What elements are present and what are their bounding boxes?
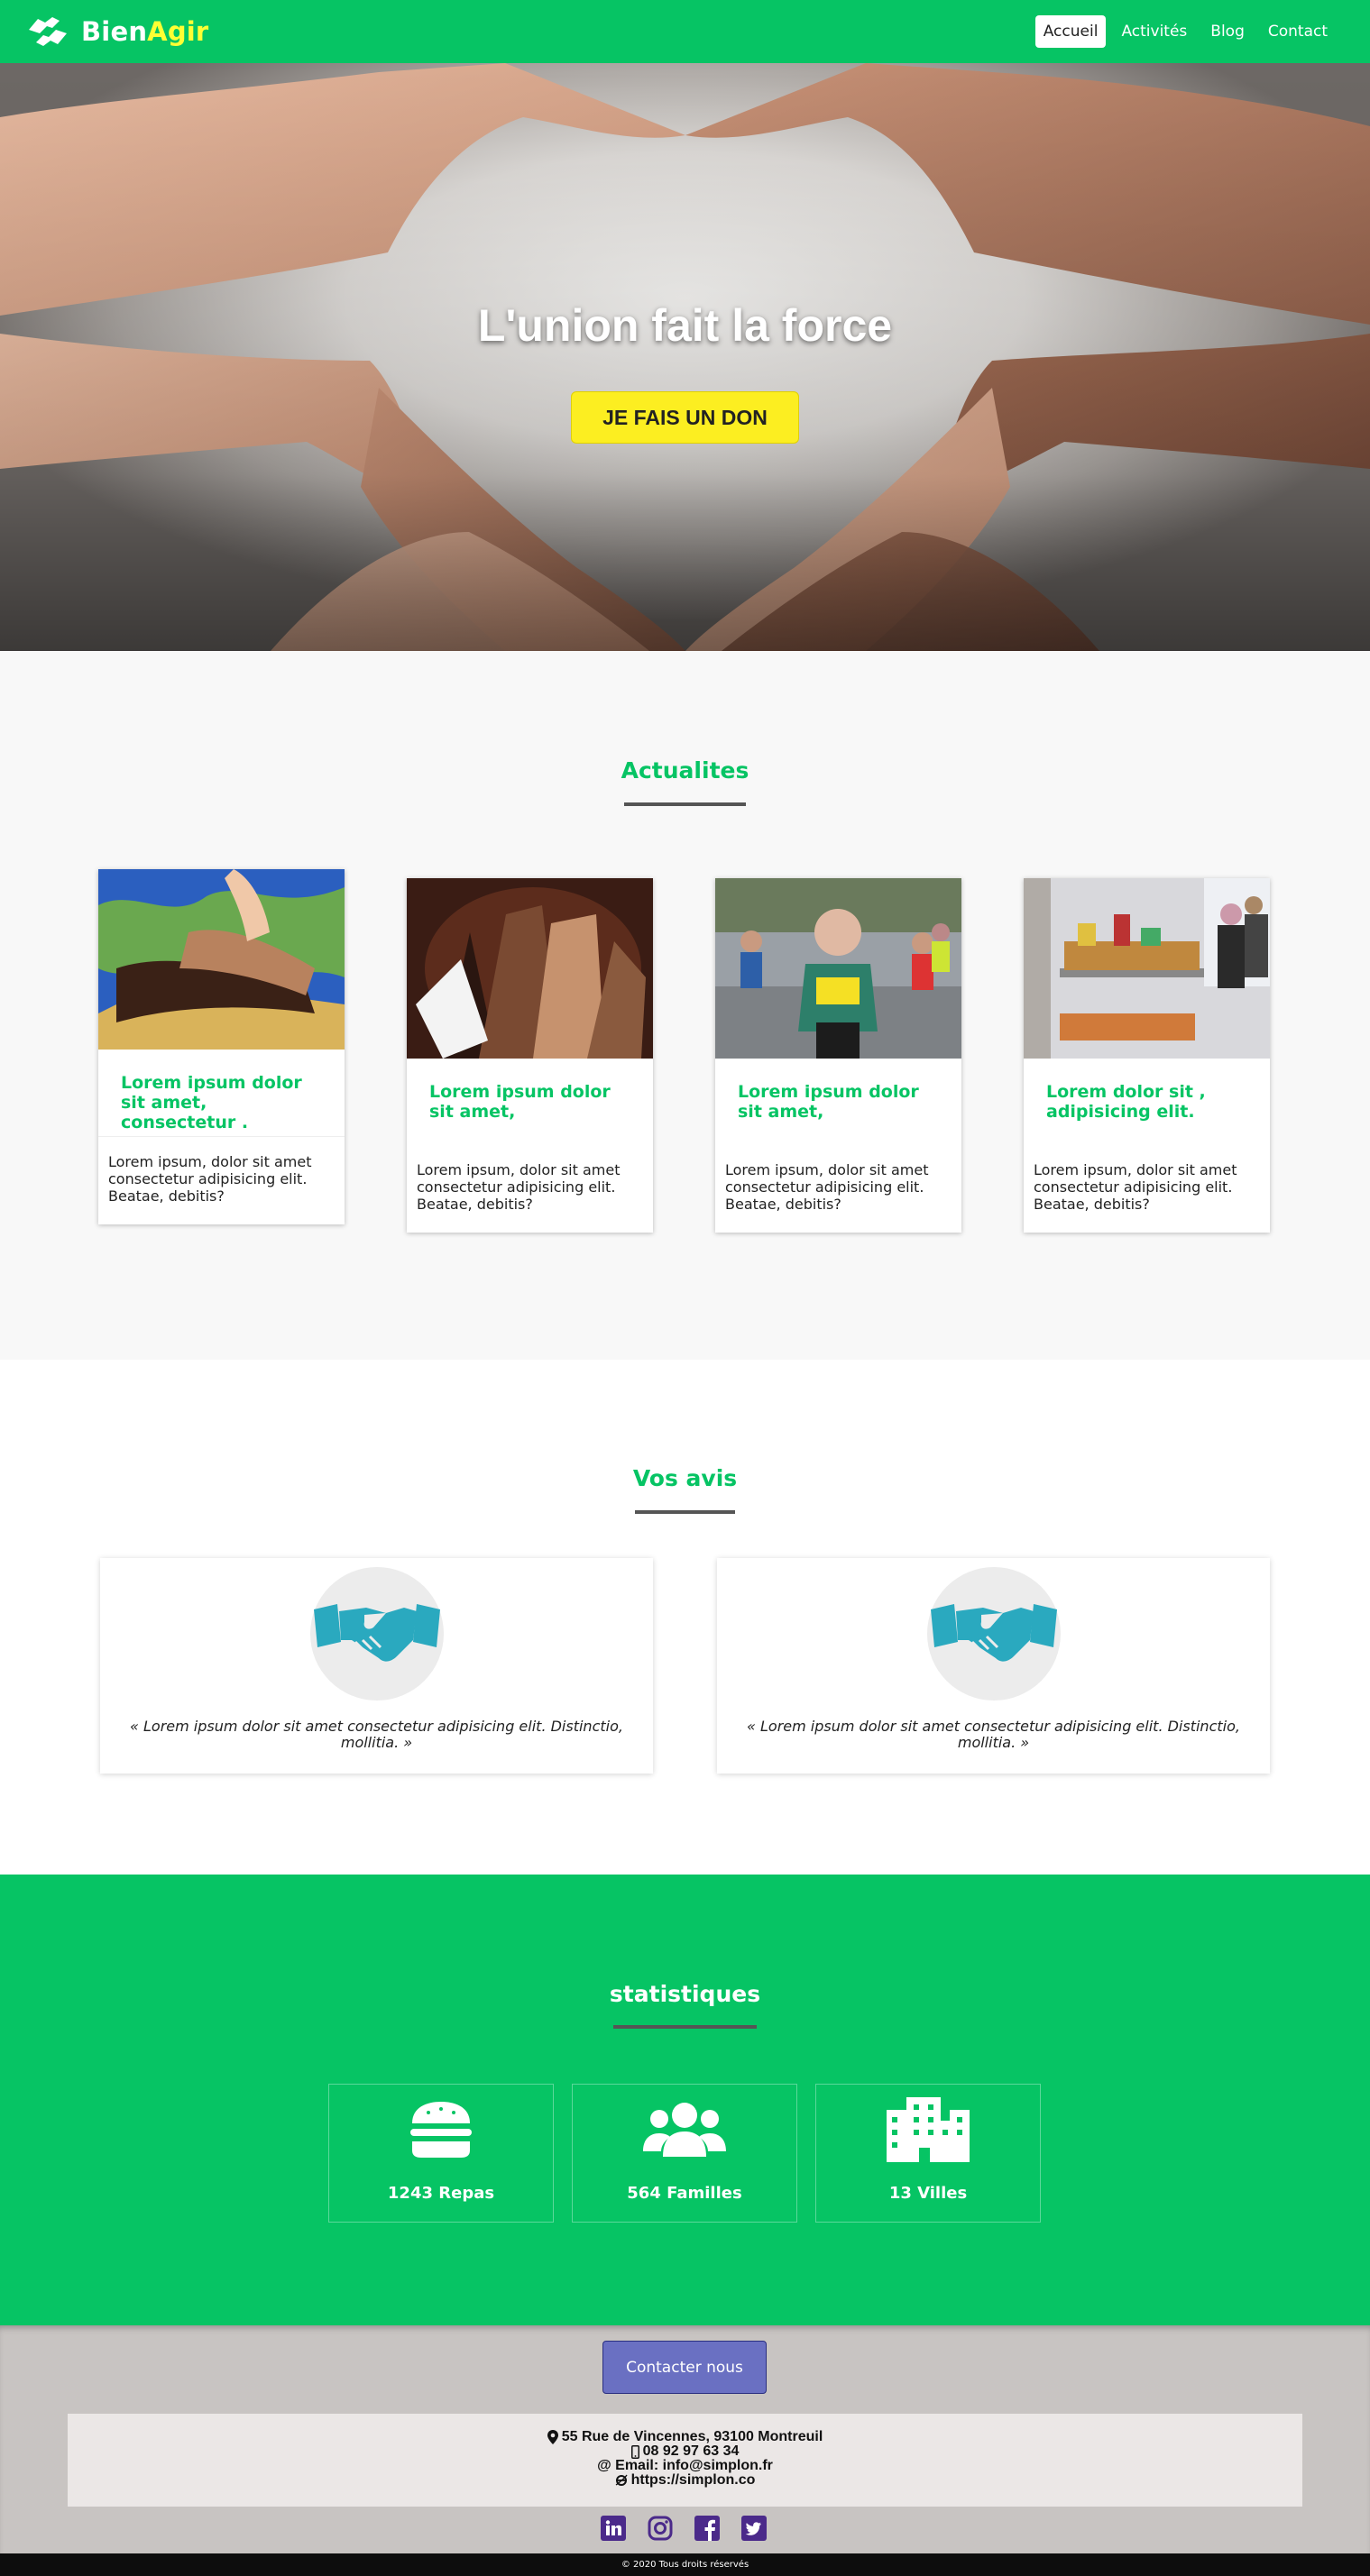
address-line: 55 Rue de Vincennes, 93100 Montreuil (68, 2430, 1302, 2444)
hero-title: L'union fait la force (477, 300, 893, 351)
brand-name-part1: Bien (81, 16, 148, 47)
nav-item-contact[interactable]: Contact (1260, 15, 1336, 48)
stats-title: statistiques (609, 1981, 761, 2007)
contact-info: 55 Rue de Vincennes, 93100 Montreuil 08 … (68, 2414, 1302, 2507)
stat-label: 1243 Repas (387, 2184, 495, 2203)
internet-explorer-icon (615, 2474, 628, 2486)
handshake-logo-icon (29, 17, 67, 46)
stats-section: statistiques 1243 Repas 564 Familles 13 … (0, 1875, 1370, 2325)
copyright-bar: © 2020 Tous droits réservés (0, 2553, 1370, 2576)
hero-banner: L'union fait la force JE FAIS UN DON (0, 63, 1370, 651)
copyright-text: © 2020 Tous droits réservés (621, 2560, 749, 2570)
contact-button[interactable]: Contacter nous (602, 2341, 767, 2394)
city-icon (887, 2097, 970, 2162)
reviews-section: Vos avis « Lorem ipsum dolor sit amet co… (0, 1360, 1370, 1875)
email-text[interactable]: @ Email: info@simplon.fr (597, 2459, 773, 2473)
nav-item-blog[interactable]: Blog (1202, 15, 1253, 48)
news-card-title: Lorem ipsum dolor sit amet, (738, 1082, 919, 1122)
review-card: « Lorem ipsum dolor sit amet consectetur… (100, 1558, 653, 1774)
news-card-text: Lorem ipsum, dolor sit amet consectetur … (417, 1161, 621, 1213)
stat-label: 564 Familles (627, 2184, 742, 2203)
review-avatar (310, 1567, 444, 1701)
reviews-title-underline (635, 1510, 735, 1514)
news-section: Actualites Lorem ipsum dolor sit amet, c… (0, 651, 1370, 1360)
review-quote: « Lorem ipsum dolor sit amet consectetur… (130, 1718, 623, 1751)
twitter-icon[interactable] (741, 2516, 767, 2541)
mobile-phone-icon (630, 2444, 639, 2459)
news-card-image (1024, 878, 1270, 1059)
stats-title-underline (613, 2025, 757, 2029)
map-marker-icon (547, 2430, 558, 2444)
website-line: https://simplon.co (68, 2473, 1302, 2488)
phone-line: 08 92 97 63 34 (68, 2444, 1302, 2459)
news-card[interactable]: Lorem ipsum dolor sit amet, consectetur … (98, 869, 345, 1224)
stat-box: 13 Villes (815, 2084, 1041, 2223)
stat-box: 1243 Repas (328, 2084, 554, 2223)
footer: Contacter nous 55 Rue de Vincennes, 9310… (0, 2325, 1370, 2553)
news-title: Actualites (621, 757, 749, 784)
news-card[interactable]: Lorem dolor sit , adipisicing elit. Lore… (1024, 878, 1270, 1233)
users-icon (643, 2103, 726, 2157)
handshake-icon (931, 1604, 1057, 1662)
news-card-title: Lorem ipsum dolor sit amet, (429, 1082, 611, 1122)
phone-text: 08 92 97 63 34 (642, 2443, 740, 2459)
donate-button[interactable]: JE FAIS UN DON (571, 391, 799, 444)
linkedin-icon[interactable] (601, 2516, 626, 2541)
news-card-image (98, 869, 345, 1050)
review-avatar (927, 1567, 1061, 1701)
news-card[interactable]: Lorem ipsum dolor sit amet, Lorem ipsum,… (715, 878, 961, 1233)
news-card-text: Lorem ipsum, dolor sit amet consectetur … (108, 1153, 312, 1205)
news-card-text: Lorem ipsum, dolor sit amet consectetur … (1034, 1161, 1237, 1213)
brand-name: BienAgir (81, 16, 208, 47)
nav-menu: Accueil Activités Blog Contact (1034, 15, 1336, 48)
review-quote: « Lorem ipsum dolor sit amet consectetur… (747, 1718, 1240, 1751)
news-card-text: Lorem ipsum, dolor sit amet consectetur … (725, 1161, 929, 1213)
handshake-icon (314, 1604, 440, 1662)
brand[interactable]: BienAgir (25, 12, 208, 51)
email-line: @ Email: info@simplon.fr (68, 2459, 1302, 2473)
news-card-image (407, 878, 653, 1059)
stat-box: 564 Familles (572, 2084, 797, 2223)
facebook-icon[interactable] (694, 2516, 720, 2541)
brand-name-part2: Agir (147, 16, 209, 47)
news-title-underline (624, 802, 746, 806)
instagram-icon[interactable] (648, 2516, 673, 2541)
burger-icon (410, 2102, 472, 2158)
nav-item-accueil[interactable]: Accueil (1034, 15, 1107, 48)
reviews-title: Vos avis (632, 1465, 738, 1491)
news-card-title: Lorem dolor sit , adipisicing elit. (1046, 1082, 1206, 1122)
website-text[interactable]: https://simplon.co (631, 2473, 756, 2488)
review-card: « Lorem ipsum dolor sit amet consectetur… (717, 1558, 1270, 1774)
news-card[interactable]: Lorem ipsum dolor sit amet, Lorem ipsum,… (407, 878, 653, 1233)
address-text: 55 Rue de Vincennes, 93100 Montreuil (561, 2429, 823, 2444)
nav-item-activites[interactable]: Activités (1113, 15, 1195, 48)
news-card-title: Lorem ipsum dolor sit amet, consectetur … (121, 1073, 302, 1132)
navbar: BienAgir Accueil Activités Blog Contact (0, 0, 1370, 63)
social-links (601, 2516, 767, 2541)
stat-label: 13 Villes (888, 2184, 968, 2203)
hands-heart-image (0, 63, 1370, 651)
news-card-image (715, 878, 961, 1059)
